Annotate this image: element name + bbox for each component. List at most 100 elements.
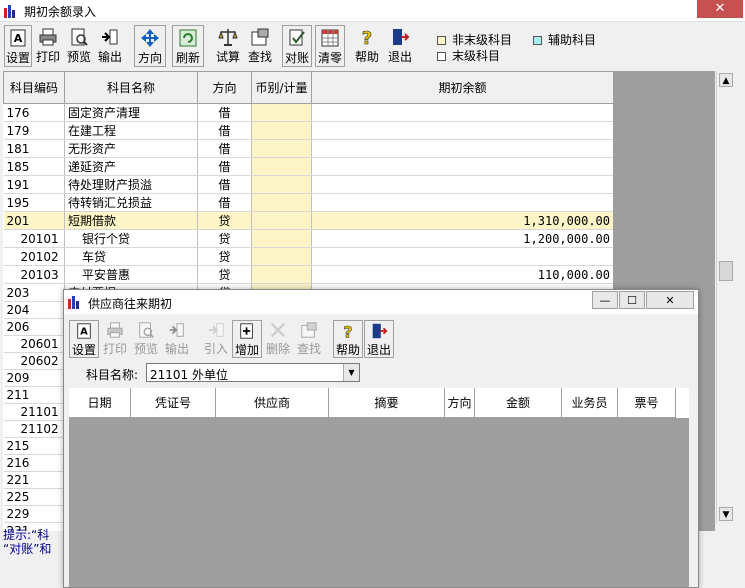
cell-direction[interactable]: 借 — [197, 157, 252, 176]
cell-code[interactable]: 211 — [3, 386, 65, 404]
cell-currency[interactable] — [251, 103, 312, 122]
sub-close-button[interactable]: ✕ — [646, 291, 694, 309]
cell-name[interactable]: 待处理财产损溢 — [64, 175, 198, 194]
cell-name[interactable]: 无形资产 — [64, 139, 198, 158]
toolbar-clear-button[interactable]: 清零 — [315, 25, 345, 67]
sub-header-6[interactable]: 业务员 — [562, 388, 618, 418]
toolbar-settings-button[interactable]: A 设置 — [69, 320, 99, 358]
toolbar-export-button[interactable]: 输出 — [162, 320, 192, 358]
cell-direction[interactable]: 贷 — [197, 211, 252, 230]
cell-balance[interactable]: 1,310,000.00 — [311, 211, 613, 230]
cell-name[interactable]: 递延资产 — [64, 157, 198, 176]
scroll-thumb[interactable] — [719, 261, 733, 281]
toolbar-help-button[interactable]: ? 帮助 — [353, 25, 381, 67]
maximize-button[interactable]: ☐ — [619, 291, 645, 309]
toolbar-export-button[interactable]: 输出 — [95, 25, 125, 67]
table-row[interactable]: 181 无形资产借 — [3, 139, 613, 158]
cell-code[interactable]: 21102 — [3, 420, 65, 438]
toolbar-find-button[interactable]: 查找 — [294, 320, 324, 358]
sub-header-1[interactable]: 凭证号 — [131, 388, 216, 418]
toolbar-find-button[interactable]: 查找 — [245, 25, 275, 67]
cell-direction[interactable]: 借 — [197, 193, 252, 212]
cell-direction[interactable]: 借 — [197, 139, 252, 158]
header-direction[interactable]: 方向 — [197, 71, 252, 104]
cell-code[interactable]: 195 — [3, 193, 65, 212]
header-currency[interactable]: 币别/计量 — [251, 71, 312, 104]
cell-currency[interactable] — [251, 247, 312, 266]
cell-name[interactable]: 银行个贷 — [64, 229, 198, 248]
cell-code[interactable]: 21101 — [3, 403, 65, 421]
table-row[interactable]: 20103 平安普惠贷 110,000.00 — [3, 265, 613, 284]
cell-name[interactable]: 待转销汇兑损益 — [64, 193, 198, 212]
toolbar-exit-button[interactable]: 退出 — [364, 320, 394, 358]
toolbar-delete-button[interactable]: 删除 — [263, 320, 293, 358]
toolbar-printer-button[interactable]: 打印 — [34, 25, 62, 67]
cell-currency[interactable] — [251, 193, 312, 212]
table-row[interactable]: 176 固定资产清理借 — [3, 103, 613, 122]
cell-code[interactable]: 20101 — [3, 229, 65, 248]
cell-code[interactable]: 204 — [3, 301, 65, 319]
cell-currency[interactable] — [251, 211, 312, 230]
cell-currency[interactable] — [251, 175, 312, 194]
cell-code[interactable]: 20103 — [3, 265, 65, 284]
toolbar-preview-button[interactable]: 预览 — [131, 320, 161, 358]
cell-balance[interactable] — [311, 193, 613, 212]
table-row[interactable]: 179 在建工程借 — [3, 121, 613, 140]
sub-header-7[interactable]: 票号 — [618, 388, 676, 418]
sub-header-0[interactable]: 日期 — [69, 388, 131, 418]
cell-balance[interactable] — [311, 103, 613, 122]
sub-header-3[interactable]: 摘要 — [329, 388, 445, 418]
vertical-scrollbar[interactable]: ▲ ▼ — [716, 71, 734, 523]
cell-currency[interactable] — [251, 229, 312, 248]
cell-currency[interactable] — [251, 265, 312, 284]
cell-code[interactable]: 221 — [3, 471, 65, 489]
minimize-button[interactable]: — — [592, 291, 618, 309]
cell-direction[interactable]: 借 — [197, 121, 252, 140]
toolbar-refresh-button[interactable]: 刷新 — [172, 25, 204, 67]
cell-balance[interactable]: 110,000.00 — [311, 265, 613, 284]
subject-select[interactable]: 21101 外单位 ▼ — [146, 363, 360, 382]
cell-code[interactable]: 20102 — [3, 247, 65, 266]
cell-code[interactable]: 181 — [3, 139, 65, 158]
cell-code[interactable]: 176 — [3, 103, 65, 122]
table-row[interactable]: 185 递延资产借 — [3, 157, 613, 176]
cell-code[interactable]: 179 — [3, 121, 65, 140]
cell-code[interactable]: 206 — [3, 318, 65, 336]
cell-code[interactable]: 185 — [3, 157, 65, 176]
toolbar-exit-button[interactable]: 退出 — [385, 25, 415, 67]
cell-balance[interactable] — [311, 139, 613, 158]
cell-balance[interactable] — [311, 247, 613, 266]
table-row[interactable]: 191 待处理财产损溢借 — [3, 175, 613, 194]
cell-balance[interactable] — [311, 157, 613, 176]
toolbar-settings-button[interactable]: A 设置 — [4, 25, 32, 67]
cell-balance[interactable]: 1,200,000.00 — [311, 229, 613, 248]
cell-code[interactable]: 191 — [3, 175, 65, 194]
cell-code[interactable]: 20601 — [3, 335, 65, 353]
toolbar-preview-button[interactable]: 预览 — [64, 25, 94, 67]
scroll-up-icon[interactable]: ▲ — [719, 73, 733, 87]
sub-header-5[interactable]: 金额 — [475, 388, 562, 418]
cell-direction[interactable]: 贷 — [197, 229, 252, 248]
toolbar-balance-scale-button[interactable]: 试算 — [212, 25, 244, 67]
cell-currency[interactable] — [251, 157, 312, 176]
cell-code[interactable]: 225 — [3, 488, 65, 506]
scroll-down-icon[interactable]: ▼ — [719, 507, 733, 521]
cell-currency[interactable] — [251, 139, 312, 158]
cell-name[interactable]: 在建工程 — [64, 121, 198, 140]
cell-direction[interactable]: 贷 — [197, 265, 252, 284]
cell-code[interactable]: 203 — [3, 283, 65, 302]
table-row[interactable]: 201 短期借款贷 1,310,000.00 — [3, 211, 613, 230]
cell-code[interactable]: 216 — [3, 454, 65, 472]
chevron-down-icon[interactable]: ▼ — [343, 364, 359, 381]
cell-balance[interactable] — [311, 121, 613, 140]
cell-code[interactable]: 209 — [3, 369, 65, 387]
header-name[interactable]: 科目名称 — [64, 71, 198, 104]
header-balance[interactable]: 期初余额 — [311, 71, 613, 104]
table-row[interactable]: 20102 车贷贷 — [3, 247, 613, 266]
sub-header-4[interactable]: 方向 — [445, 388, 475, 418]
cell-code[interactable]: 20602 — [3, 352, 65, 370]
toolbar-reconcile-button[interactable]: 对账 — [282, 25, 312, 67]
toolbar-import-button[interactable]: 引入 — [201, 320, 231, 358]
cell-name[interactable]: 车贷 — [64, 247, 198, 266]
cell-code[interactable]: 201 — [3, 211, 65, 230]
